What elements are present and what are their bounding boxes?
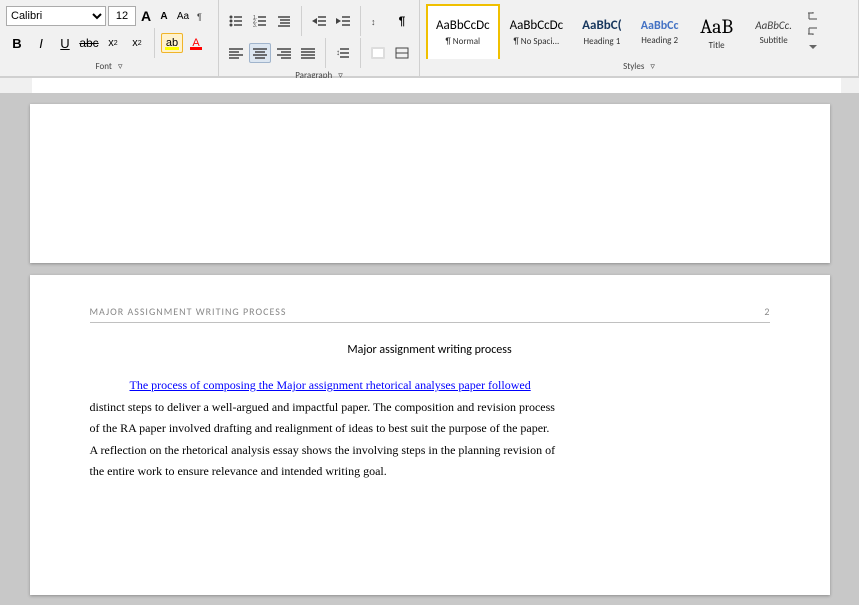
font-name-select[interactable]: Calibri Times New Roman Arial [6,6,106,26]
style-title-preview: AaB [700,16,733,38]
paragraph-group: 1.2.3. ↕ ¶ [219,0,420,76]
numbered-list-btn[interactable]: 1.2.3. [249,11,271,31]
clear-format-btn[interactable]: ¶ [194,6,212,26]
style-normal-label: ¶ Normal [446,36,481,47]
align-center-btn[interactable] [249,43,271,63]
style-subtitle-label: Subtitle [760,35,788,46]
decrease-indent-btn[interactable] [308,11,330,31]
strikethrough-btn[interactable]: abc [78,33,100,53]
font-color-btn[interactable]: A [185,33,207,53]
italic-btn[interactable]: I [30,33,52,53]
body-para-5: the entire work to ensure relevance and … [90,461,770,483]
multilevel-list-btn[interactable] [273,11,295,31]
style-heading2-preview: AaBbCc [641,20,679,33]
justify-btn[interactable] [297,43,319,63]
doc-body: The process of composing the Major assig… [90,375,770,483]
font-group-label: Font ▿ [6,59,212,72]
borders-btn[interactable] [391,43,413,63]
font-size-input[interactable] [108,6,136,26]
style-heading1-preview: AaBbC( [582,19,622,33]
page-header: MAJOR ASSIGNMENT WRITING PROCESS 2 [90,305,770,323]
style-normal-preview: AaBbCcDc [436,19,490,33]
align-right-btn[interactable] [273,43,295,63]
styles-expand-btn[interactable] [804,4,822,59]
styles-group: AaBbCcDc ¶ Normal AaBbCcDc ¶ No Spaci...… [420,0,859,76]
font-group: Calibri Times New Roman Arial A A Aa ¶ B… [0,0,219,76]
svg-text:↕: ↕ [371,17,376,27]
line-spacing-btn[interactable]: ↕ [332,43,354,63]
font-size-decrease-btn[interactable]: A [156,6,172,26]
style-normal[interactable]: AaBbCcDc ¶ Normal [426,4,500,59]
increase-indent-btn[interactable] [332,11,354,31]
bullet-list-btn[interactable] [225,11,247,31]
underline-btn[interactable]: U [54,33,76,53]
ruler [0,78,859,94]
styles-group-label: Styles ▿ [426,59,852,72]
style-heading2-label: Heading 2 [641,35,678,46]
align-left-btn[interactable] [225,43,247,63]
shading-btn[interactable] [367,43,389,63]
style-title-label: Title [709,40,725,51]
body-para-4: A reflection on the rhetorical analysis … [90,440,770,462]
body-text-link: The process of composing the Major assig… [130,378,531,392]
style-no-spacing-label: ¶ No Spaci... [513,36,559,47]
page-2-content: MAJOR ASSIGNMENT WRITING PROCESS 2 Major… [30,275,830,595]
body-para-3: of the RA paper involved drafting and re… [90,418,770,440]
style-heading1-label: Heading 1 [584,36,621,47]
sort-btn[interactable]: ↕ [367,11,389,31]
body-para-2: distinct steps to deliver a well-argued … [90,397,770,419]
show-formatting-btn[interactable]: ¶ [391,11,413,31]
page-1 [30,104,830,263]
style-no-spacing-preview: AaBbCcDc [510,19,564,33]
body-para-1: The process of composing the Major assig… [90,375,770,397]
highlight-color-btn[interactable]: ab [161,33,183,53]
subscript-btn[interactable]: x2 [102,33,124,53]
style-no-spacing[interactable]: AaBbCcDc ¶ No Spaci... [501,4,573,59]
doc-title: Major assignment writing process [90,343,770,357]
ribbon: Calibri Times New Roman Arial A A Aa ¶ B… [0,0,859,78]
bold-btn[interactable]: B [6,33,28,53]
style-title[interactable]: AaB Title [689,4,745,59]
svg-text:3.: 3. [253,23,257,27]
style-heading1[interactable]: AaBbC( Heading 1 [573,4,631,59]
page-number: 2 [764,305,769,318]
page-header-title: MAJOR ASSIGNMENT WRITING PROCESS [90,305,287,318]
change-case-btn[interactable]: Aa [174,6,192,26]
font-size-increase-btn[interactable]: A [138,6,154,26]
style-subtitle[interactable]: AaBbCc. Subtitle [746,4,802,59]
style-heading2[interactable]: AaBbCc Heading 2 [632,4,688,59]
superscript-btn[interactable]: x2 [126,33,148,53]
styles-list: AaBbCcDc ¶ Normal AaBbCcDc ¶ No Spaci...… [426,4,802,59]
style-subtitle-preview: AaBbCc. [755,20,792,32]
svg-text:↕: ↕ [336,48,340,57]
document-area: MAJOR ASSIGNMENT WRITING PROCESS 2 Major… [0,94,859,605]
svg-text:¶: ¶ [197,12,202,22]
page-2: MAJOR ASSIGNMENT WRITING PROCESS 2 Major… [30,275,830,595]
ruler-white-area [32,78,841,93]
